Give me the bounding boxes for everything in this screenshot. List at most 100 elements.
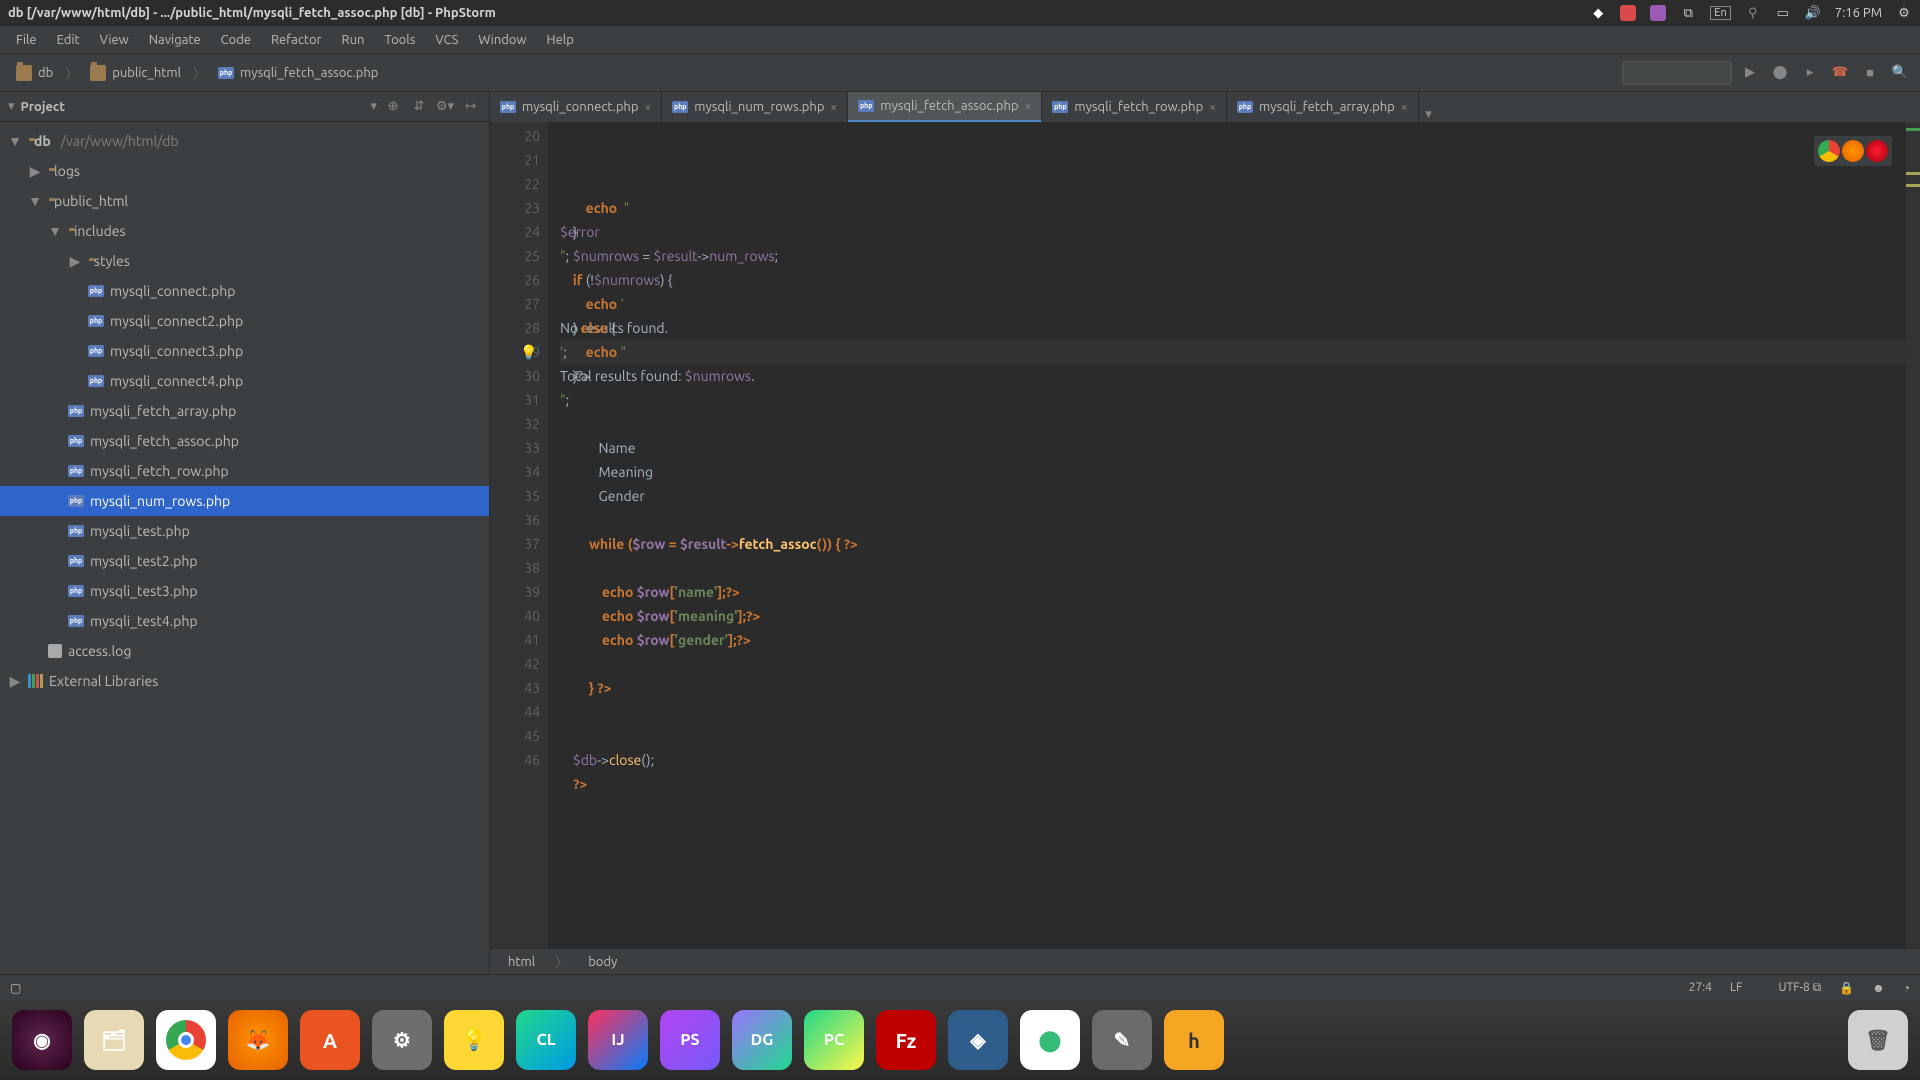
close-icon[interactable]: × — [830, 101, 837, 114]
hide-icon[interactable]: ↦ — [461, 97, 481, 117]
opera-icon[interactable] — [1866, 140, 1888, 162]
notification-icon[interactable] — [1620, 5, 1636, 21]
tree-label: logs — [54, 163, 80, 179]
editor-scrollbar[interactable] — [1906, 122, 1920, 948]
firefox-icon[interactable] — [1842, 140, 1864, 162]
menu-file[interactable]: File — [6, 29, 47, 51]
tab-mysqli_connect-php[interactable]: phpmysqli_connect.php× — [490, 92, 662, 122]
menu-help[interactable]: Help — [537, 29, 584, 51]
dropbox-icon[interactable]: ◆ — [1590, 5, 1606, 21]
dock-datagrip[interactable]: DG — [732, 1010, 792, 1070]
memory-icon[interactable]: ◔ — [1903, 981, 1910, 995]
listen-debug-button[interactable]: ☎ — [1828, 61, 1852, 85]
tab-dropdown[interactable]: ▾ — [1419, 107, 1439, 122]
external-libraries[interactable]: ▶ External Libraries — [0, 666, 489, 696]
tree-item-mysqli_test2-php[interactable]: phpmysqli_test2.php — [0, 546, 489, 576]
dock-virtualbox[interactable]: ◈ — [948, 1010, 1008, 1070]
menu-code[interactable]: Code — [211, 29, 261, 51]
tree-item-mysqli_test3-php[interactable]: phpmysqli_test3.php — [0, 576, 489, 606]
menu-vcs[interactable]: VCS — [425, 29, 468, 51]
tree-item-mysqli_test4-php[interactable]: phpmysqli_test4.php — [0, 606, 489, 636]
menu-refactor[interactable]: Refactor — [261, 29, 332, 51]
dock-files[interactable]: 🗂 — [84, 1010, 144, 1070]
dock-app2[interactable]: ✎ — [1092, 1010, 1152, 1070]
collapse-all-icon[interactable]: ⇵ — [409, 97, 429, 117]
tree-item-mysqli_num_rows-php[interactable]: phpmysqli_num_rows.php — [0, 486, 489, 516]
stop-button[interactable]: ■ — [1858, 61, 1882, 85]
close-icon[interactable]: × — [1401, 101, 1408, 114]
tab-mysqli_num_rows-php[interactable]: phpmysqli_num_rows.php× — [662, 92, 848, 122]
run-config-selector[interactable] — [1622, 61, 1732, 85]
power-icon[interactable]: ⚙ — [1896, 5, 1912, 21]
dock-intellij[interactable]: IJ — [588, 1010, 648, 1070]
tree-item-mysqli_fetch_assoc-php[interactable]: phpmysqli_fetch_assoc.php — [0, 426, 489, 456]
dock-pycharm[interactable]: PC — [804, 1010, 864, 1070]
dock-trash[interactable]: 🗑 — [1848, 1010, 1908, 1070]
file-encoding[interactable]: UTF-8 ⧉ — [1760, 981, 1821, 995]
dock-settings[interactable]: ⚙ — [372, 1010, 432, 1070]
close-icon[interactable]: × — [644, 101, 651, 114]
tree-item-access-log[interactable]: access.log — [0, 636, 489, 666]
tab-mysqli_fetch_array-php[interactable]: phpmysqli_fetch_array.php× — [1227, 92, 1419, 122]
run-button[interactable]: ▶ — [1738, 61, 1762, 85]
dock-software[interactable]: A — [300, 1010, 360, 1070]
dock-firefox[interactable]: 🦊 — [228, 1010, 288, 1070]
app-tray-icon[interactable] — [1650, 5, 1666, 21]
close-icon[interactable]: × — [1025, 100, 1032, 113]
crumb-html[interactable]: html — [508, 955, 535, 969]
tree-item-mysqli_fetch_row-php[interactable]: phpmysqli_fetch_row.php — [0, 456, 489, 486]
language-indicator[interactable]: En — [1710, 6, 1730, 20]
clock[interactable]: 7:16 PM — [1835, 6, 1882, 20]
dock-filezilla[interactable]: Fz — [876, 1010, 936, 1070]
tab-mysqli_fetch_assoc-php[interactable]: phpmysqli_fetch_assoc.php× — [848, 92, 1042, 122]
tree-item-logs[interactable]: ▶logs — [0, 156, 489, 186]
line-separator[interactable]: LF — [1730, 981, 1742, 994]
search-everywhere-button[interactable]: 🔍 — [1888, 61, 1912, 85]
code-editor[interactable]: echo "$error"; } $numrows = $result->num… — [548, 122, 1906, 948]
tree-item-mysqli_connect-php[interactable]: phpmysqli_connect.php — [0, 276, 489, 306]
dock-app1[interactable]: ⬤ — [1020, 1010, 1080, 1070]
menu-edit[interactable]: Edit — [47, 29, 90, 51]
tree-item-public_html[interactable]: ▼public_html — [0, 186, 489, 216]
project-title[interactable]: Project — [21, 100, 365, 114]
tree-item-mysqli_test-php[interactable]: phpmysqli_test.php — [0, 516, 489, 546]
breadcrumb-db[interactable]: db — [8, 62, 61, 84]
caret-position[interactable]: 27:4 — [1689, 981, 1712, 994]
tree-item-mysqli_connect2-php[interactable]: phpmysqli_connect2.php — [0, 306, 489, 336]
breadcrumb-public-html[interactable]: public_html — [82, 62, 189, 84]
tree-item-includes[interactable]: ▼includes — [0, 216, 489, 246]
tab-mysqli_fetch_row-php[interactable]: phpmysqli_fetch_row.php× — [1042, 92, 1227, 122]
read-only-toggle-icon[interactable]: 🔒 — [1839, 981, 1854, 995]
line-gutter[interactable]: 2021222324252627282930313233343536373839… — [490, 122, 548, 948]
dock-ubuntu[interactable]: ◉ — [12, 1010, 72, 1070]
menu-run[interactable]: Run — [332, 29, 375, 51]
tree-root[interactable]: ▼ db /var/www/html/db — [0, 126, 489, 156]
inspection-icon[interactable]: ☻ — [1872, 981, 1885, 995]
tree-item-styles[interactable]: ▶styles — [0, 246, 489, 276]
scroll-from-source-icon[interactable]: ⊕ — [383, 97, 403, 117]
dock-clion[interactable]: CL — [516, 1010, 576, 1070]
tree-item-mysqli_fetch_array-php[interactable]: phpmysqli_fetch_array.php — [0, 396, 489, 426]
tree-item-mysqli_connect4-php[interactable]: phpmysqli_connect4.php — [0, 366, 489, 396]
crumb-body[interactable]: body — [588, 955, 617, 969]
menu-tools[interactable]: Tools — [374, 29, 425, 51]
debug-button[interactable]: ⬤ — [1768, 61, 1792, 85]
wifi-icon[interactable]: ⧉ — [1680, 5, 1696, 21]
settings-icon[interactable]: ⚙▾ — [435, 97, 455, 117]
dock-notes[interactable]: 💡 — [444, 1010, 504, 1070]
volume-icon[interactable]: 🔊 — [1805, 5, 1821, 21]
chrome-icon[interactable] — [1818, 140, 1840, 162]
dock-phpstorm[interactable]: PS — [660, 1010, 720, 1070]
close-icon[interactable]: × — [1209, 101, 1216, 114]
bluetooth-icon[interactable]: ⚲ — [1745, 5, 1761, 21]
dock-app3[interactable]: h — [1164, 1010, 1224, 1070]
menu-view[interactable]: View — [90, 29, 139, 51]
dock-chrome[interactable] — [156, 1010, 216, 1070]
tool-window-toggle-icon[interactable]: ▢ — [10, 981, 21, 995]
tree-item-mysqli_connect3-php[interactable]: phpmysqli_connect3.php — [0, 336, 489, 366]
battery-icon[interactable]: ▭ — [1775, 5, 1791, 21]
menu-navigate[interactable]: Navigate — [139, 29, 211, 51]
coverage-button[interactable]: ▸ — [1798, 61, 1822, 85]
breadcrumb-file[interactable]: php mysqli_fetch_assoc.php — [210, 63, 386, 83]
menu-window[interactable]: Window — [468, 29, 536, 51]
